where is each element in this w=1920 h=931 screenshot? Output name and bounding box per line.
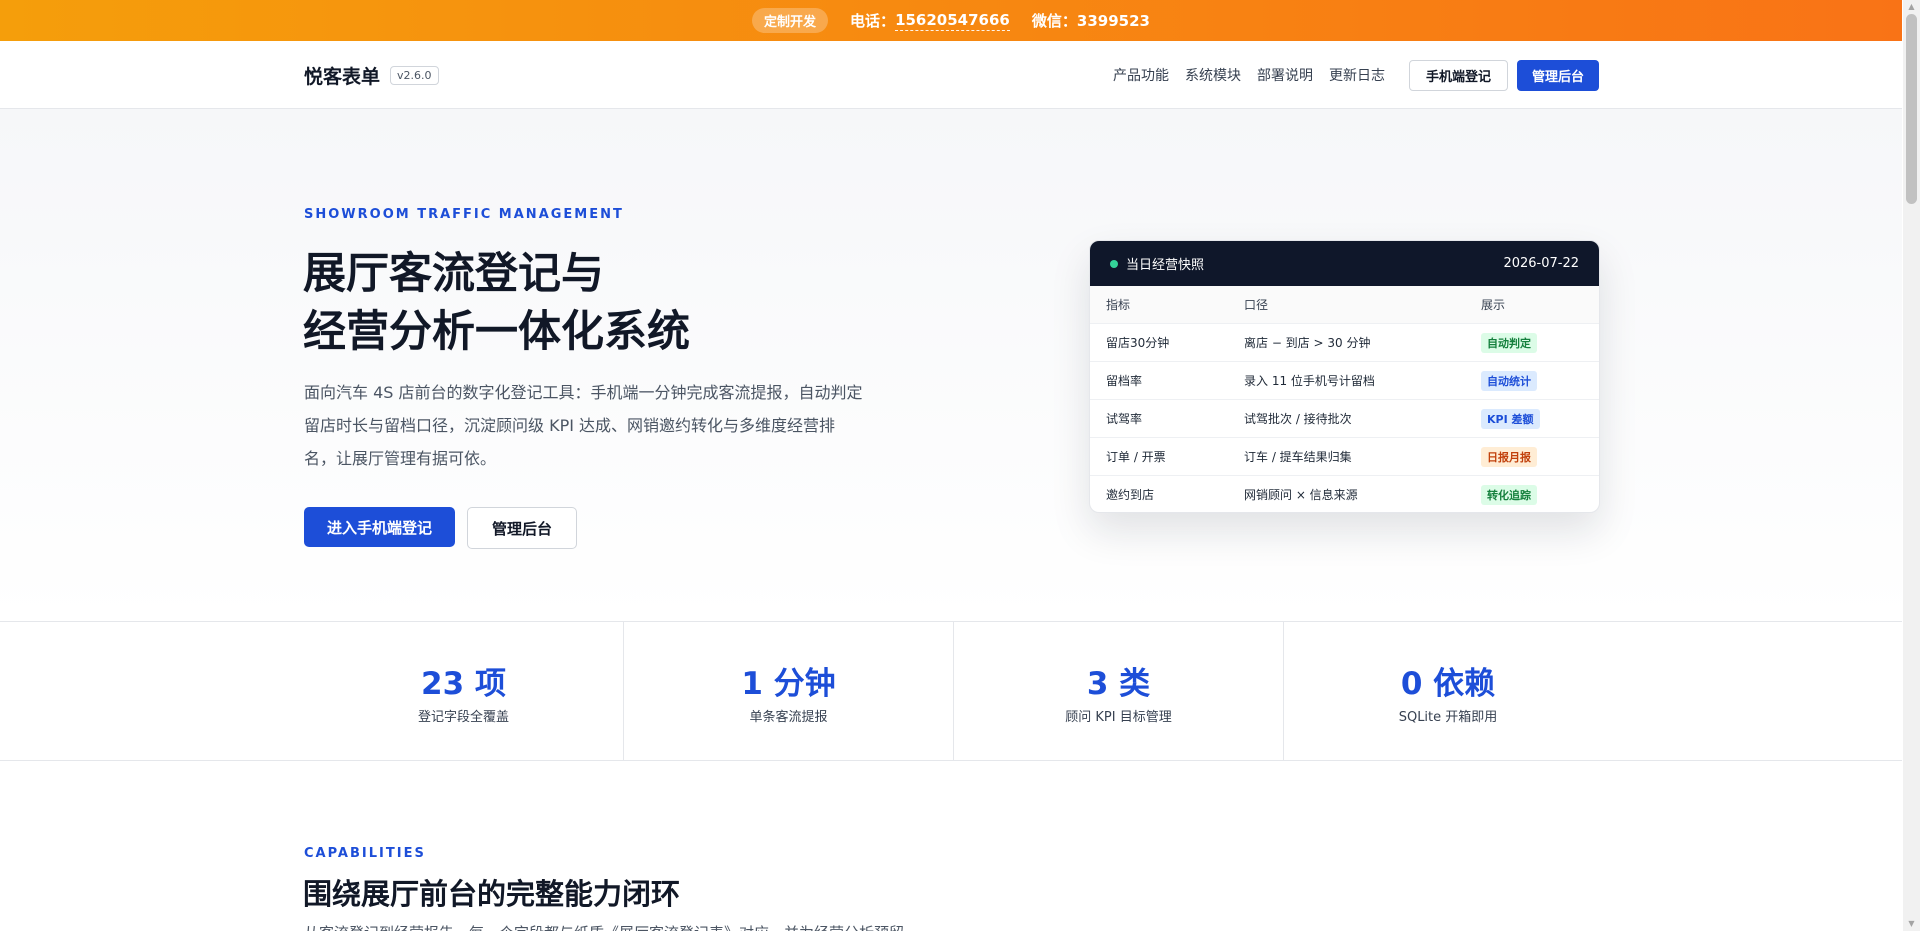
stat-value: 0 依赖 [1400,666,1496,702]
scroll-thumb[interactable] [1906,14,1917,204]
scroll-up-icon[interactable]: ▲ [1903,0,1920,14]
hero-eyebrow: SHOWROOM TRAFFIC MANAGEMENT [304,207,624,222]
stat-value: 1 分钟 [741,666,836,702]
display-badge: 自动统计 [1481,370,1537,391]
wechat-id: 3399523 [1076,11,1150,30]
table-row: 订单 / 开票 订车 / 提车结果归集 日报月报 [1090,437,1599,475]
stat-value: 3 类 [1086,666,1151,702]
promo-bar: 定制开发 电话： 15620547666 微信： 3399523 [0,0,1902,41]
capabilities-description: 从客流登记到经营报告，每一个字段都与纸质《展厅客流登记表》对应，并为经营分析预留… [304,922,919,931]
status-dot-icon [1110,259,1118,268]
version-badge: v2.6.0 [390,65,439,85]
nav-link-deploy[interactable]: 部署说明 [1257,65,1313,85]
display-badge: 转化追踪 [1481,484,1537,505]
rule-cell: 离店 − 到店 > 30 分钟 [1244,336,1371,350]
capabilities-eyebrow: CAPABILITIES [304,846,426,861]
hero-admin-button[interactable]: 管理后台 [467,507,578,549]
rule-cell: 录入 11 位手机号计留档 [1244,374,1375,388]
metric-cell: 留档率 [1106,374,1143,388]
hero-section: SHOWROOM TRAFFIC MANAGEMENT 展厅客流登记与 经营分析… [0,109,1902,621]
stat-label: SQLite 开箱即用 [1398,710,1498,725]
phone-contact: 电话： 15620547666 [850,10,1010,31]
column-header-metric: 指标 [1106,298,1131,312]
phone-label: 电话： [850,12,896,30]
stat-label: 顾问 KPI 目标管理 [1065,710,1172,725]
snapshot-title: 当日经营快照 [1126,258,1205,273]
daily-snapshot-card: 当日经营快照 2026-07-22 指标 口径 展示 留店30分钟 离店 − 到… [1089,240,1600,513]
phone-link[interactable]: 15620547666 [895,11,1010,31]
hero-title: 展厅客流登记与 经营分析一体化系统 [303,245,690,361]
column-header-display: 展示 [1481,298,1506,312]
stat-value: 23 项 [421,666,506,702]
custom-dev-badge: 定制开发 [752,8,829,33]
metric-cell: 试驾率 [1106,412,1143,426]
rule-cell: 网销顾问 × 信息来源 [1244,488,1358,502]
admin-button[interactable]: 管理后台 [1516,59,1599,91]
hero-title-line2: 经营分析一体化系统 [303,307,690,357]
capabilities-title: 围绕展厅前台的完整能力闭环 [303,877,681,911]
display-badge: 自动判定 [1481,332,1537,353]
nav-actions: 产品功能 系统模块 部署说明 更新日志 手机端登记 管理后台 [1113,59,1599,91]
metric-cell: 订单 / 开票 [1106,450,1166,464]
hero-title-line1: 展厅客流登记与 [303,249,604,299]
metric-cell: 留店30分钟 [1106,336,1170,350]
rule-cell: 订车 / 提车结果归集 [1244,450,1352,464]
nav-link-changelog[interactable]: 更新日志 [1329,65,1385,85]
display-badge: KPI 差额 [1481,408,1540,429]
nav-link-features[interactable]: 产品功能 [1113,65,1169,85]
brand[interactable]: 悦客表单 v2.6.0 [304,62,439,89]
snapshot-table-header: 指标 口径 展示 [1090,286,1599,323]
mobile-register-button[interactable]: 手机端登记 [1408,59,1508,91]
nav-link-modules[interactable]: 系统模块 [1185,65,1241,85]
stat-item: 23 项 登记字段全覆盖 [304,622,623,761]
table-row: 邀约到店 网销顾问 × 信息来源 转化追踪 [1090,475,1599,512]
stat-label: 单条客流提报 [749,710,828,725]
table-row: 试驾率 试驾批次 / 接待批次 KPI 差额 [1090,399,1599,437]
brand-name: 悦客表单 [304,65,381,88]
rule-cell: 试驾批次 / 接待批次 [1244,412,1352,426]
table-row: 留档率 录入 11 位手机号计留档 自动统计 [1090,361,1599,399]
wechat-label: 微信： [1031,12,1077,30]
hero-description: 面向汽车 4S 店前台的数字化登记工具：手机端一分钟完成客流提报，自动判定留店时… [304,383,863,468]
column-header-rule: 口径 [1244,298,1269,312]
scroll-down-icon[interactable]: ▼ [1903,917,1920,931]
metric-cell: 邀约到店 [1106,488,1155,502]
page-scrollbar[interactable]: ▲ ▼ [1903,0,1920,931]
hero-actions: 进入手机端登记 管理后台 [304,507,578,549]
enter-mobile-register-button[interactable]: 进入手机端登记 [304,507,456,547]
display-badge: 日报月报 [1481,446,1537,467]
stat-item: 3 类 顾问 KPI 目标管理 [953,622,1283,761]
snapshot-header: 当日经营快照 2026-07-22 [1090,241,1599,286]
stat-item: 1 分钟 单条客流提报 [623,622,953,761]
main-nav: 悦客表单 v2.6.0 产品功能 系统模块 部署说明 更新日志 手机端登记 管理… [0,41,1902,109]
snapshot-date: 2026-07-22 [1503,256,1579,271]
wechat-contact: 微信： 3399523 [1032,10,1150,31]
stat-label: 登记字段全覆盖 [417,710,509,725]
table-row: 留店30分钟 离店 − 到店 > 30 分钟 自动判定 [1090,323,1599,361]
stats-strip: 23 项 登记字段全覆盖 1 分钟 单条客流提报 3 类 顾问 KPI 目标管理… [0,621,1902,761]
stat-item: 0 依赖 SQLite 开箱即用 [1283,622,1612,761]
